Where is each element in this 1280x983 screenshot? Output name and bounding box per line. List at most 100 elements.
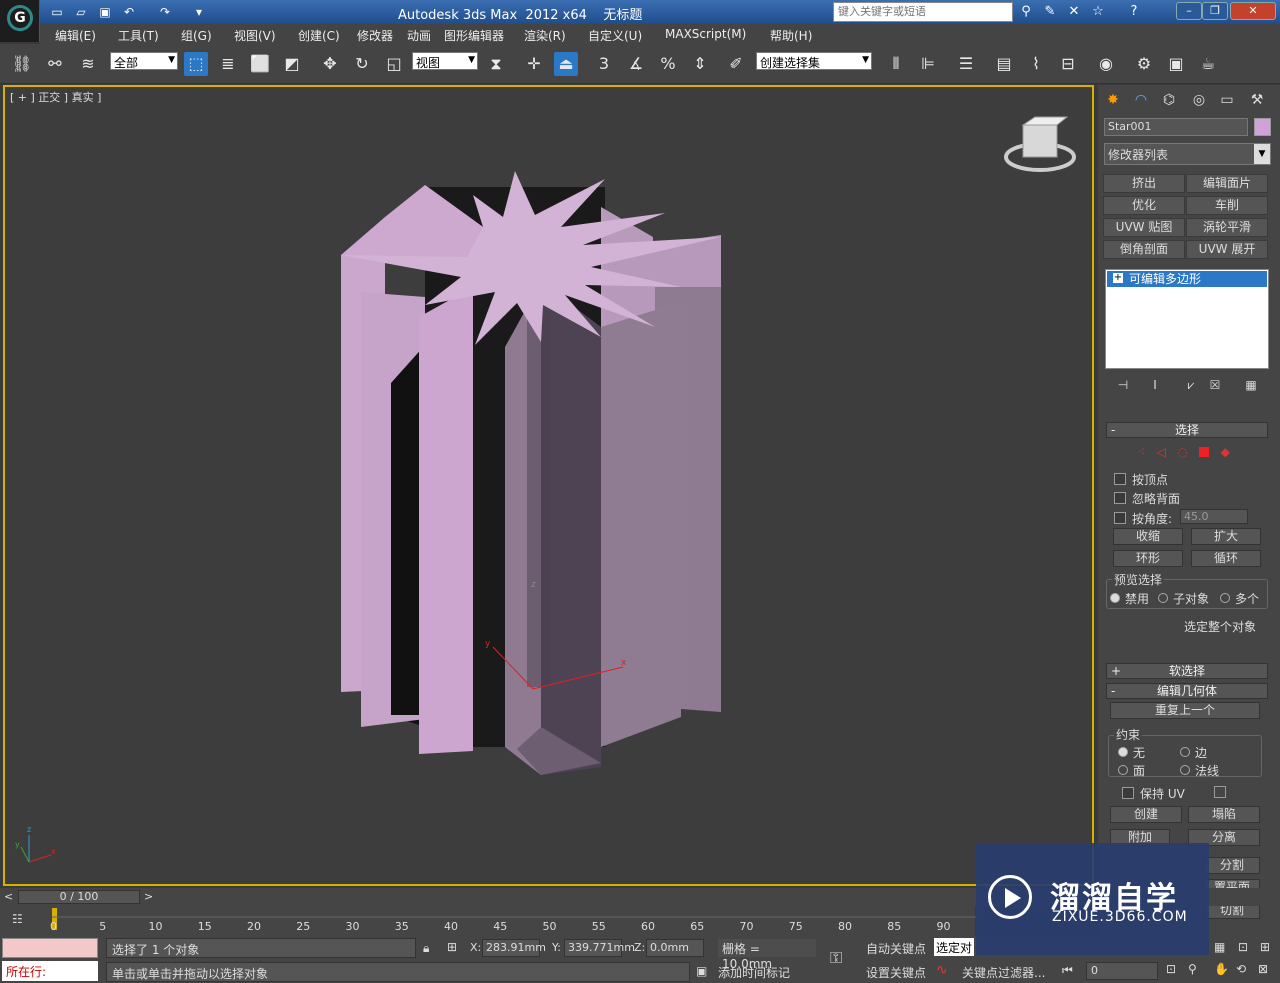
snap-toggle-icon[interactable]: 3 [592, 52, 616, 76]
time-slider-thumb[interactable]: 0 / 100 [18, 890, 140, 904]
shrink-button[interactable]: 收缩 [1113, 528, 1183, 545]
select-manipulate-icon[interactable]: ✛ [522, 52, 546, 76]
set-key-button[interactable]: 设置关键点 [866, 964, 926, 981]
maximize-button[interactable]: ❐ [1202, 2, 1228, 20]
menu-group[interactable]: 组(G) [181, 27, 212, 44]
subscription-icon[interactable]: ✎ [1040, 3, 1060, 21]
ignore-backfacing-checkbox[interactable]: 忽略背面 [1114, 490, 1180, 507]
grow-button[interactable]: 扩大 [1191, 528, 1261, 545]
scale-icon[interactable]: ◱ [382, 52, 406, 76]
pan-icon[interactable]: ✋ [1214, 962, 1229, 976]
preserve-uv-checkbox[interactable]: 保持 UV [1122, 785, 1185, 802]
preview-subobj-radio[interactable]: 子对象 [1158, 590, 1209, 607]
ring-button[interactable]: 环形 [1113, 550, 1183, 567]
rectangular-selection-icon[interactable]: ⬜ [248, 52, 272, 76]
border-mode-icon[interactable]: ◌ [1177, 445, 1187, 459]
favorites-icon[interactable]: ☆ [1088, 3, 1108, 21]
auto-key-button[interactable]: 自动关键点 [866, 940, 926, 957]
key-mode-toggle-icon[interactable]: ⏮ [1062, 963, 1073, 978]
edge-mode-icon[interactable]: ◁ [1156, 445, 1165, 459]
absolute-mode-icon[interactable]: ⊞ [447, 940, 457, 954]
constraint-none-radio[interactable]: 无 [1118, 744, 1145, 761]
create-button[interactable]: 创建 [1110, 806, 1182, 823]
orbit-icon[interactable]: ⟲ [1236, 962, 1246, 976]
redo-icon[interactable]: ↷ [156, 3, 174, 21]
menu-graph-editors[interactable]: 图形编辑器 [444, 27, 504, 44]
preserve-uv-settings-icon[interactable] [1214, 786, 1226, 798]
binoculars-icon[interactable]: ⚲ [1016, 3, 1036, 21]
rotate-icon[interactable]: ↻ [350, 52, 374, 76]
configure-sets-icon[interactable]: ▦ [1242, 378, 1260, 394]
preview-off-radio[interactable]: 禁用 [1110, 590, 1149, 607]
maxscript-listener[interactable] [2, 938, 98, 958]
mini-curve-editor-icon[interactable]: ☷ [12, 912, 23, 926]
render-setup-icon[interactable]: ⚙ [1132, 52, 1156, 76]
menu-maxscript[interactable]: MAXScript(M) [665, 27, 746, 41]
element-mode-icon[interactable]: ◆ [1221, 445, 1230, 459]
percent-snap-icon[interactable]: % [656, 52, 680, 76]
angle-snap-icon[interactable]: ∡ [624, 52, 648, 76]
modifier-list-dropdown[interactable]: 修改器列表 ▼ [1104, 143, 1271, 165]
close-button[interactable]: ✕ [1230, 2, 1276, 20]
mod-edit-patch-button[interactable]: 编辑面片 [1186, 174, 1268, 193]
stack-item-editable-poly[interactable]: 可编辑多边形 [1107, 271, 1267, 287]
mod-uvw-map-button[interactable]: UVW 贴图 [1103, 218, 1185, 237]
maximize-viewport-icon[interactable]: ⊠ [1258, 962, 1268, 976]
mod-optimize-button[interactable]: 优化 [1103, 196, 1185, 215]
time-tag-icon[interactable]: ▣ [696, 964, 707, 978]
menu-create[interactable]: 创建(C) [298, 27, 340, 44]
named-selection-set-dropdown[interactable]: 创建选择集 [756, 52, 872, 70]
current-frame-field[interactable]: 0 [1086, 962, 1158, 980]
add-time-tag[interactable]: 添加时间标记 [718, 964, 790, 981]
slice-button[interactable]: 分割 [1204, 857, 1260, 874]
motion-tab-icon[interactable]: ◎ [1188, 89, 1210, 111]
angle-spinner[interactable]: 45.0 [1180, 509, 1248, 524]
loop-button[interactable]: 循环 [1191, 550, 1261, 567]
object-color-swatch[interactable] [1254, 118, 1271, 136]
menu-animation[interactable]: 动画 [407, 27, 431, 44]
curve-editor-icon[interactable]: ⌇ [1024, 52, 1048, 76]
keyboard-shortcut-toggle-icon[interactable]: ⏏ [554, 52, 578, 76]
open-icon[interactable]: ▱ [72, 3, 90, 21]
mod-extrude-button[interactable]: 挤出 [1103, 174, 1185, 193]
mirror-icon[interactable]: ⫴ [884, 52, 908, 76]
menu-modifiers[interactable]: 修改器 [357, 27, 393, 44]
spinner-snap-icon[interactable]: ⇕ [688, 52, 712, 76]
vertex-mode-icon[interactable]: ⁖ [1138, 445, 1145, 459]
pivot-center-icon[interactable]: ⧗ [484, 52, 508, 76]
select-object-icon[interactable]: ⬚ [184, 52, 208, 76]
make-unique-icon[interactable]: ⩗ [1182, 378, 1200, 394]
x-coordinate[interactable]: 283.91mm [482, 939, 546, 957]
schematic-view-icon[interactable]: ⊟ [1056, 52, 1080, 76]
polygon-mode-icon[interactable] [1199, 447, 1210, 457]
selected-dropdown[interactable]: 选定对 [934, 938, 974, 956]
menu-view[interactable]: 视图(V) [234, 27, 276, 44]
y-coordinate[interactable]: 339.771mm [564, 939, 635, 957]
key-filters-button[interactable]: 关键点过滤器... [962, 964, 1045, 981]
time-config-icon[interactable]: ⊡ [1166, 962, 1176, 976]
mod-bevel-profile-button[interactable]: 倒角剖面 [1103, 240, 1185, 259]
lock-icon[interactable]: 🔒︎ [423, 941, 429, 956]
zoom-extents-all-icon[interactable]: ⊞ [1260, 940, 1270, 954]
create-tab-icon[interactable]: ✸ [1102, 89, 1124, 111]
collapse-button[interactable]: 塌陷 [1188, 806, 1260, 823]
remove-modifier-icon[interactable]: ☒ [1206, 378, 1224, 394]
menu-tools[interactable]: 工具(T) [118, 27, 159, 44]
minimize-button[interactable]: – [1176, 2, 1202, 20]
material-editor-icon[interactable]: ◉ [1094, 52, 1118, 76]
next-frame-icon[interactable]: > [144, 890, 153, 903]
z-coordinate[interactable]: 0.0mm [646, 939, 704, 957]
preview-multi-radio[interactable]: 多个 [1220, 590, 1259, 607]
render-production-icon[interactable]: ☕ [1196, 52, 1220, 76]
menu-edit[interactable]: 编辑(E) [55, 27, 96, 44]
unlink-icon[interactable]: ⚯ [43, 52, 67, 76]
mod-turbosmooth-button[interactable]: 涡轮平滑 [1186, 218, 1268, 237]
link-icon[interactable]: ⛓ [10, 52, 34, 76]
constraint-edge-radio[interactable]: 边 [1180, 744, 1207, 761]
rollout-soft-selection-header[interactable]: + 软选择 [1106, 663, 1268, 679]
search-input[interactable] [833, 2, 1013, 22]
zoom-all-icon[interactable]: ▦ [1214, 940, 1225, 954]
prev-frame-icon[interactable]: < [4, 890, 13, 903]
pin-stack-icon[interactable]: ⊣ [1114, 378, 1132, 394]
application-button[interactable]: G [0, 0, 40, 42]
